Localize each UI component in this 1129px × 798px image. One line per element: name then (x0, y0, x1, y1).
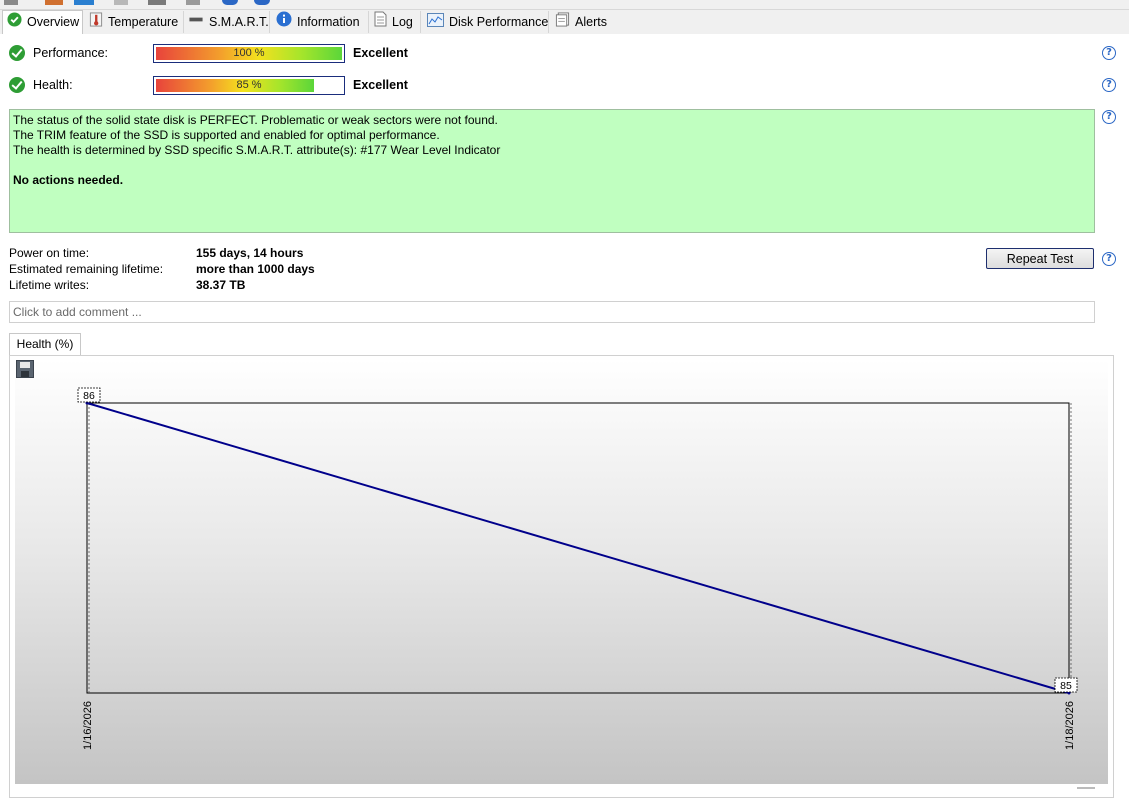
check-circle-icon (9, 77, 25, 93)
power-on-value: 155 days, 14 hours (196, 246, 304, 260)
tab-label: Alerts (575, 15, 607, 29)
document-icon (374, 11, 387, 34)
tab-smart[interactable]: S.M.A.R.T. (184, 11, 270, 33)
info-icon (276, 11, 292, 34)
tab-label: Overview (27, 15, 80, 29)
help-icon[interactable]: ? (1102, 110, 1116, 124)
status-action-line: No actions needed. (13, 173, 124, 187)
toolbar-icon[interactable] (254, 0, 270, 5)
performance-verdict: Excellent (353, 46, 408, 60)
tab-alerts[interactable]: Alerts (551, 11, 614, 33)
health-line-chart: 86 85 1/16/2026 1/18/2026 (77, 387, 1095, 789)
tab-label: Disk Performance (449, 15, 549, 29)
tab-overview[interactable]: Overview (2, 10, 83, 35)
tab-label: Log (392, 15, 413, 29)
repeat-test-button[interactable]: Repeat Test (986, 248, 1094, 269)
toolbar-icon[interactable] (74, 0, 94, 5)
tab-bar: Overview Temperature S.M.A.R.T. Informat… (0, 10, 1129, 35)
disk-icon (188, 12, 204, 34)
overview-panel: Performance: 100 % Excellent ? Health: 8… (0, 34, 1129, 798)
tab-information[interactable]: Information (272, 11, 369, 33)
performance-bar: 100 % (153, 44, 345, 63)
health-label: Health: (33, 78, 73, 92)
status-line: The status of the solid state disk is PE… (13, 113, 498, 127)
toolbar-icon[interactable] (186, 0, 200, 5)
tab-temperature[interactable]: Temperature (85, 11, 184, 33)
toolbar-icon[interactable] (4, 0, 18, 5)
toolbar (0, 0, 1129, 10)
x-tick-label: 1/18/2026 (1064, 701, 1076, 750)
health-bar: 85 % (153, 76, 345, 95)
remaining-lifetime-value: more than 1000 days (196, 262, 315, 276)
status-line: The TRIM feature of the SSD is supported… (13, 128, 440, 142)
remaining-lifetime-label: Estimated remaining lifetime: (9, 262, 164, 276)
health-series-line (86, 402, 1070, 694)
toolbar-icon[interactable] (222, 0, 238, 5)
performance-percent: 100 % (233, 47, 265, 59)
health-chart: 86 85 1/16/2026 1/18/2026 (9, 355, 1114, 798)
status-message-box: The status of the solid state disk is PE… (9, 109, 1095, 233)
check-circle-icon (7, 12, 22, 34)
tab-health-chart[interactable]: Health (%) (9, 333, 81, 356)
health-verdict: Excellent (353, 78, 408, 92)
lifetime-writes-value: 38.37 TB (196, 278, 246, 292)
toolbar-icon[interactable] (148, 0, 166, 5)
thermometer-icon (89, 12, 103, 34)
status-blank-line (13, 158, 1091, 173)
toolbar-icon[interactable] (114, 0, 128, 5)
data-label: 86 (83, 390, 95, 402)
check-circle-icon (9, 45, 25, 61)
tab-label: Information (297, 15, 360, 29)
x-tick-label: 1/16/2026 (82, 701, 94, 750)
performance-chart-icon (427, 12, 444, 34)
status-line: The health is determined by SSD specific… (13, 143, 501, 157)
power-on-label: Power on time: (9, 246, 90, 260)
data-label: 85 (1060, 680, 1072, 692)
comment-field[interactable]: Click to add comment ... (9, 301, 1095, 323)
alerts-icon (555, 12, 570, 34)
lifetime-writes-label: Lifetime writes: (9, 278, 90, 292)
tab-disk-performance[interactable]: Disk Performance (423, 11, 549, 33)
performance-label: Performance: (33, 46, 109, 60)
tab-label: Temperature (108, 15, 179, 29)
toolbar-icon[interactable] (45, 0, 63, 5)
help-icon[interactable]: ? (1102, 46, 1116, 60)
help-icon[interactable]: ? (1102, 252, 1116, 266)
tab-label: S.M.A.R.T. (209, 15, 269, 29)
help-icon[interactable]: ? (1102, 78, 1116, 92)
health-percent: 85 % (236, 79, 262, 91)
tab-log[interactable]: Log (370, 11, 421, 33)
